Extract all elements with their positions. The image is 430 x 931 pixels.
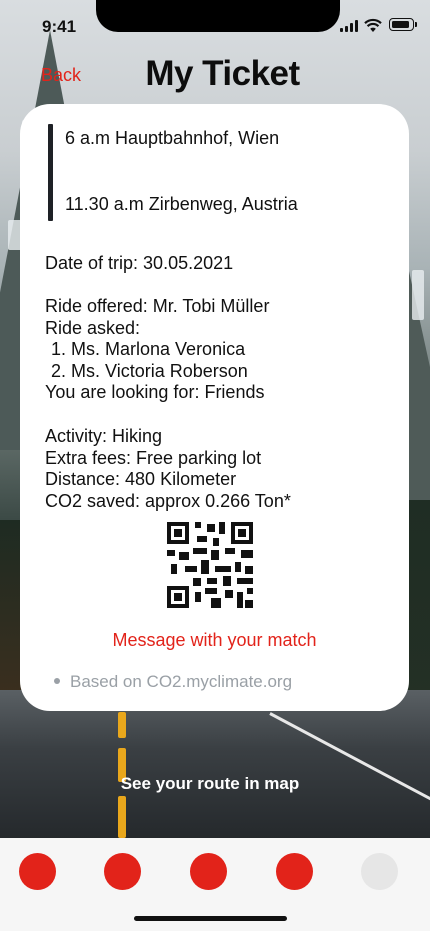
tab-5[interactable] [361, 853, 398, 890]
passenger-item: 2. Ms. Victoria Roberson [51, 360, 248, 381]
see-route-in-map-link[interactable]: See your route in map [0, 774, 420, 794]
ride-asked-label: Ride asked: [45, 317, 141, 338]
trip-date: Date of trip: 30.05.2021 [45, 253, 234, 273]
tab-bar [0, 838, 430, 931]
ticket-card: 6 a.m Hauptbahnhof, Wien 11.30 a.m Zirbe… [20, 104, 409, 711]
wifi-icon [364, 18, 382, 32]
activity: Activity: Hiking [45, 426, 163, 446]
footnote-text: Based on CO2.myclimate.org [70, 672, 293, 691]
passenger-item: 1. Ms. Marlona Veronica [51, 339, 246, 359]
signal-icon [340, 20, 360, 32]
co2-saved: CO2 saved: approx 0.266 Ton* [45, 490, 291, 511]
home-indicator [134, 916, 287, 921]
message-match-link[interactable]: Message with your match [20, 630, 409, 651]
battery-icon [389, 18, 417, 31]
tab-4[interactable] [276, 853, 313, 890]
bullet-icon [54, 678, 60, 684]
departure-text: 6 a.m Hauptbahnhof, Wien [65, 128, 280, 148]
qr-code [167, 522, 253, 608]
ride-details: Ride offered: Mr. Tobi Müller Ride asked… [45, 296, 269, 404]
arrival-text: 11.30 a.m Zirbenweg, Austria [65, 194, 298, 214]
passenger-list: 1. Ms. Marlona Veronica 2. Ms. Victoria … [45, 339, 269, 382]
route-line [48, 124, 53, 221]
page-title: My Ticket [145, 54, 300, 93]
status-bar: 9:41 [0, 0, 430, 50]
status-time: 9:41 [42, 17, 77, 36]
tab-1[interactable] [19, 853, 56, 890]
looking-for: You are looking for: Friends [45, 382, 265, 402]
tab-3[interactable] [190, 853, 227, 890]
device-notch [96, 0, 340, 32]
extra-fees: Extra fees: Free parking lot [45, 447, 262, 468]
co2-footnote: Based on CO2.myclimate.org [54, 672, 292, 692]
tab-2[interactable] [104, 853, 141, 890]
ride-offered: Ride offered: Mr. Tobi Müller [45, 296, 270, 316]
trip-extras: Activity: Hiking Extra fees: Free parkin… [45, 426, 291, 512]
distance: Distance: 480 Kilometer [45, 469, 237, 489]
